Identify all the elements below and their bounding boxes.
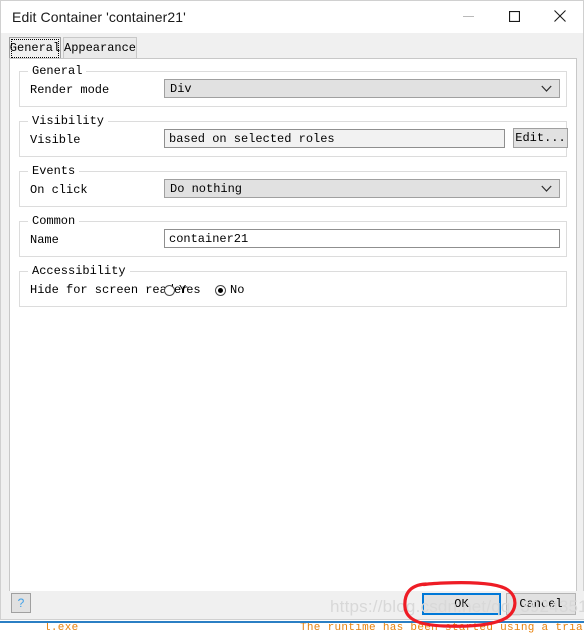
group-common-legend: Common bbox=[28, 214, 80, 228]
group-events-legend: Events bbox=[28, 164, 80, 178]
edit-container-dialog: Edit Container 'container21' General App… bbox=[0, 0, 584, 620]
render-mode-value: Div bbox=[170, 81, 192, 96]
render-mode-label: Render mode bbox=[30, 83, 110, 97]
on-click-combobox[interactable]: Do nothing bbox=[164, 179, 560, 198]
close-button[interactable] bbox=[537, 1, 583, 31]
tab-focus-ring bbox=[11, 39, 59, 58]
radio-yes-indicator bbox=[164, 284, 175, 296]
general-tab-panel: General Render mode Div Visibility Visib… bbox=[9, 58, 577, 593]
tab-general[interactable]: General bbox=[9, 37, 61, 58]
visible-label: Visible bbox=[30, 133, 81, 147]
radio-no-label: No bbox=[230, 283, 245, 297]
ok-button[interactable]: OK bbox=[422, 593, 501, 615]
group-accessibility-legend: Accessibility bbox=[28, 264, 130, 278]
name-input[interactable]: container21 bbox=[164, 229, 560, 248]
render-mode-combobox[interactable]: Div bbox=[164, 79, 560, 98]
maximize-button[interactable] bbox=[491, 1, 537, 31]
minimize-button[interactable] bbox=[445, 1, 491, 31]
radio-yes-label: Yes bbox=[179, 283, 201, 297]
tab-appearance[interactable]: Appearance bbox=[63, 37, 137, 58]
help-button[interactable]: ? bbox=[11, 593, 31, 613]
dialog-footer: ? OK Cancel bbox=[1, 591, 584, 619]
background-log-text-right: The runtime has been started using a tri… bbox=[300, 622, 584, 633]
radio-no-indicator bbox=[215, 284, 226, 296]
name-value: container21 bbox=[169, 231, 249, 246]
tab-appearance-label: Appearance bbox=[64, 41, 137, 55]
group-general-legend: General bbox=[28, 64, 87, 78]
group-events: Events On click Do nothing bbox=[19, 164, 567, 207]
minimize-icon bbox=[462, 15, 474, 17]
chevron-down-icon bbox=[541, 185, 552, 192]
group-common: Common Name container21 bbox=[19, 214, 567, 257]
background-log-text-left: l.exe bbox=[44, 622, 79, 633]
window-title: Edit Container 'container21' bbox=[12, 9, 186, 25]
help-icon: ? bbox=[17, 596, 25, 610]
on-click-label: On click bbox=[30, 183, 88, 197]
tab-strip: General Appearance bbox=[1, 33, 583, 59]
cancel-button[interactable]: Cancel bbox=[506, 593, 576, 615]
visible-value: based on selected roles bbox=[169, 131, 335, 146]
visible-value-field[interactable]: based on selected roles bbox=[164, 129, 505, 148]
name-label: Name bbox=[30, 233, 59, 247]
visible-edit-button[interactable]: Edit... bbox=[513, 128, 568, 148]
maximize-icon bbox=[508, 10, 520, 22]
group-visibility-legend: Visibility bbox=[28, 114, 109, 128]
title-bar[interactable]: Edit Container 'container21' bbox=[1, 1, 583, 33]
close-icon bbox=[554, 10, 566, 22]
group-general: General Render mode Div bbox=[19, 64, 567, 107]
chevron-down-icon bbox=[541, 85, 552, 92]
group-visibility: Visibility Visible based on selected rol… bbox=[19, 114, 568, 157]
background-log-strip: l.exe The runtime has been started using… bbox=[0, 621, 584, 633]
cancel-button-label: Cancel bbox=[519, 597, 563, 611]
radio-hide-screen-reader-no[interactable]: No bbox=[215, 283, 244, 297]
on-click-value: Do nothing bbox=[170, 181, 243, 196]
radio-hide-screen-reader-yes[interactable]: Yes bbox=[164, 283, 201, 297]
group-accessibility: Accessibility Hide for screen reader Yes… bbox=[19, 264, 567, 307]
visible-edit-button-label: Edit... bbox=[515, 131, 566, 145]
ok-button-label: OK bbox=[454, 597, 469, 611]
